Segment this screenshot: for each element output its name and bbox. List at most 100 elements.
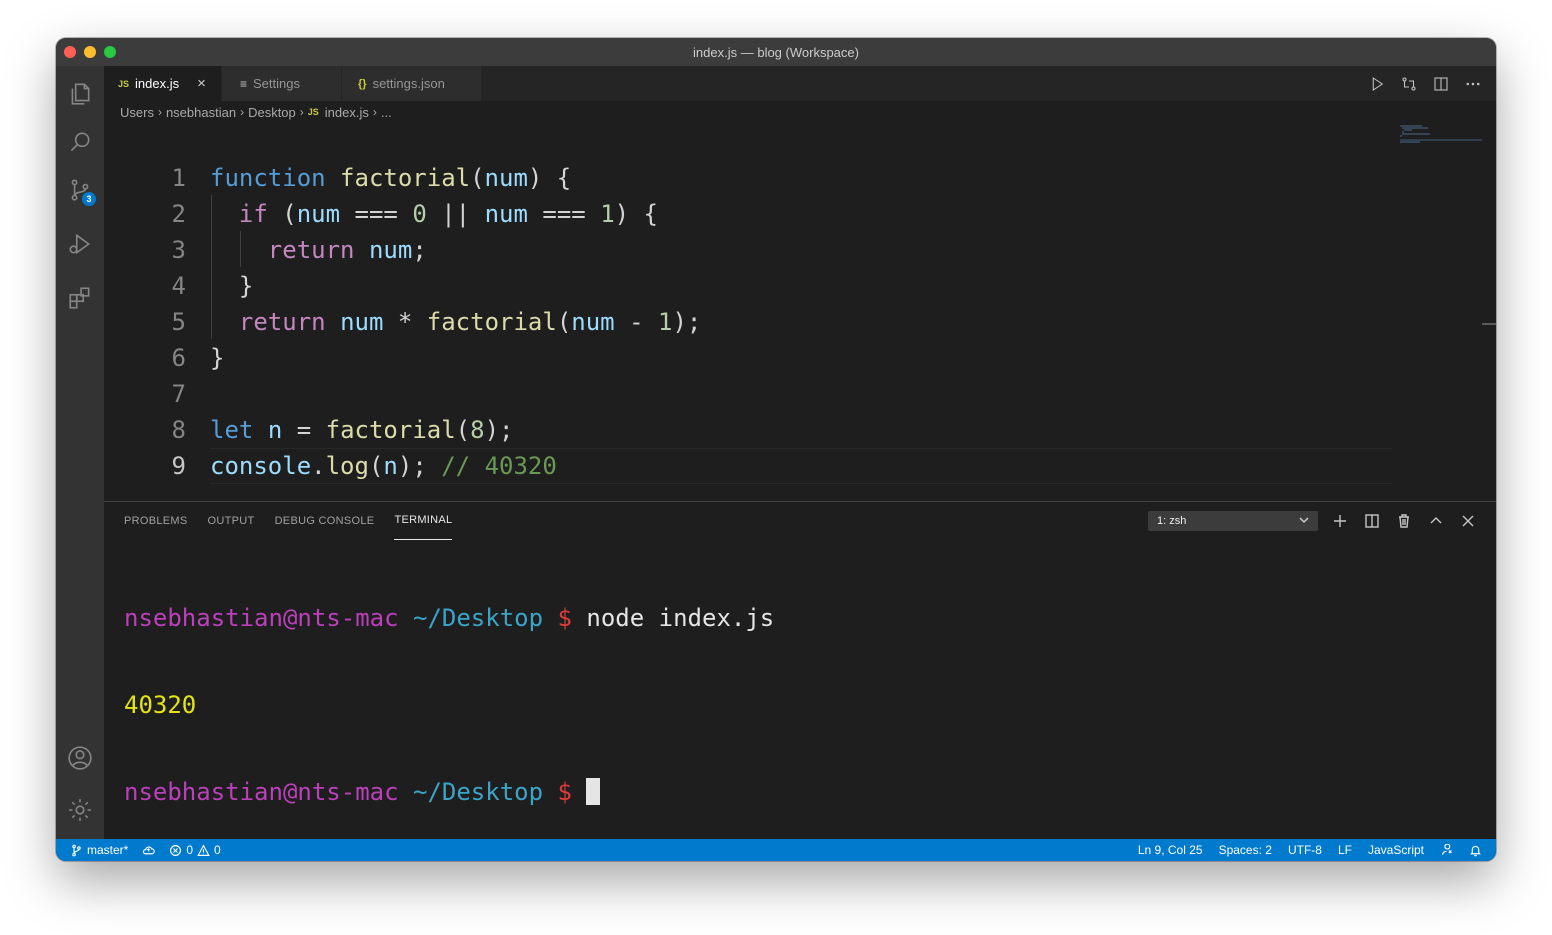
split-editor-icon[interactable] [1432,75,1450,93]
status-language[interactable]: JavaScript [1368,843,1424,857]
open-changes-icon[interactable] [1400,75,1418,93]
scrollbar[interactable] [1482,323,1496,325]
status-bar-right: Ln 9, Col 25 Spaces: 2 UTF-8 LF JavaScri… [1138,843,1482,857]
status-feedback[interactable] [1440,843,1453,857]
close-window-button[interactable] [64,46,76,58]
chevron-right-icon: › [372,105,377,119]
code-line-3: 3 return num; [104,232,1444,268]
search-icon [70,132,90,152]
code-text: } [210,272,254,300]
terminal-line: nsebhastian@nts-mac ~/Desktop $ node ind… [124,604,775,632]
tab-settings[interactable]: ≡ Settings [222,66,342,101]
tab-settings-json[interactable]: {} settings.json [342,66,482,101]
window-title: index.js — blog (Workspace) [693,44,859,60]
status-problems[interactable]: 0 0 [169,843,221,857]
line-number: 1 [171,164,186,192]
code-text: if (num === 0 || num === 1) { [238,200,658,228]
code-line-2: 2 if (num === 0 || num === 1) { [104,196,1444,232]
activity-explorer[interactable] [56,70,104,118]
status-sync[interactable] [142,844,156,857]
gear-icon [69,799,91,821]
vscode-window: index.js — blog (Workspace) 3 JS index.j… [56,38,1496,861]
status-branch[interactable]: master* [70,843,128,857]
maximize-window-button[interactable] [104,46,116,58]
activity-run-debug[interactable] [56,220,104,268]
code-text: return num * factorial(num - 1); [238,308,702,336]
activity-search[interactable] [56,118,104,166]
breadcrumb-item-nsebhastian[interactable]: nsebhastian [166,105,236,120]
tab-debug-console[interactable]: DEBUG CONSOLE [275,502,375,540]
code-text: console.log(n); // 40320 [210,452,557,480]
chevron-right-icon: › [299,105,304,119]
split-terminal-icon[interactable] [1364,513,1380,529]
tab-output[interactable]: OUTPUT [208,502,255,540]
chevron-down-icon [1299,517,1309,524]
terminal-select[interactable]: 1: zsh [1148,511,1318,531]
status-bar-left: master* 0 0 [70,843,221,857]
tab-label: Settings [253,76,300,91]
close-tab-icon[interactable]: × [197,75,206,92]
chevron-right-icon: › [240,105,245,119]
breadcrumb-item-users[interactable]: Users [120,105,154,120]
activity-extensions[interactable] [56,274,104,322]
source-control-badge: 3 [82,192,96,206]
panel-actions [1332,502,1476,540]
terminal-select-value: 1: zsh [1157,515,1187,527]
line-number: 3 [171,236,186,264]
code-text: return num; [267,236,427,264]
minimize-window-button[interactable] [84,46,96,58]
bell-icon [1470,845,1481,856]
line-number: 2 [171,200,186,228]
code-line-9: 9 console.log(n); // 40320 [104,448,1444,484]
window-controls [64,46,116,58]
status-indentation[interactable]: Spaces: 2 [1219,843,1272,857]
status-cursor-position[interactable]: Ln 9, Col 25 [1138,843,1203,857]
bottom-panel: PROBLEMS OUTPUT DEBUG CONSOLE TERMINAL 1… [104,501,1496,839]
settings-list-icon: ≡ [240,76,248,91]
status-encoding[interactable]: UTF-8 [1288,843,1322,857]
title-bar: index.js — blog (Workspace) [56,38,1496,66]
chevron-up-icon[interactable] [1428,513,1444,529]
breadcrumb-item-desktop[interactable]: Desktop [248,105,296,120]
activity-bar: 3 [56,66,104,839]
code-line-6: 6 } [104,340,1444,376]
code-text: function factorial(num) { [210,164,572,192]
new-terminal-icon[interactable] [1332,513,1348,529]
activity-accounts[interactable] [56,734,104,782]
breadcrumb: Users › nsebhastian › Desktop › JS index… [104,101,1496,123]
files-icon [71,83,90,105]
line-number: 4 [171,272,186,300]
code-text: } [210,344,225,372]
trash-icon[interactable] [1396,513,1412,529]
activity-manage[interactable] [56,786,104,834]
tab-index-js[interactable]: JS index.js × [104,66,222,101]
status-notifications[interactable] [1469,844,1482,857]
line-number: 5 [171,308,186,336]
close-panel-icon[interactable] [1460,513,1476,529]
line-number: 7 [171,380,186,408]
feedback-icon [1441,843,1452,855]
extensions-icon [69,287,90,309]
editor-actions [1368,66,1482,101]
code-editor[interactable]: 1 function factorial(num) { 2 if (num ==… [104,123,1496,501]
git-branch-icon [72,844,81,856]
breadcrumb-item-file[interactable]: index.js [325,105,369,120]
tab-label: settings.json [372,76,445,91]
status-bar: master* 0 0 Ln 9, Col 25 Spaces: 2 UTF-8… [56,839,1496,861]
json-file-icon: {} [358,77,367,90]
activity-source-control[interactable]: 3 [56,166,104,214]
error-icon [170,844,182,856]
editor-tab-bar: JS index.js × ≡ Settings {} settings.jso… [104,66,1496,101]
terminal-output[interactable]: nsebhastian@nts-mac ~/Desktop $ node ind… [124,546,774,861]
minimap[interactable] [1400,123,1482,183]
code-line-1: 1 function factorial(num) { [104,160,1444,196]
status-eol[interactable]: LF [1338,843,1352,857]
more-actions-icon[interactable] [1464,75,1482,93]
breadcrumb-item-more[interactable]: ... [381,105,392,120]
code-line-7: 7 [104,376,1444,412]
tab-terminal[interactable]: TERMINAL [394,514,453,540]
terminal-line: 40320 [124,691,197,719]
terminal-cursor [586,778,601,805]
tab-problems[interactable]: PROBLEMS [124,502,188,540]
run-icon[interactable] [1368,75,1386,93]
